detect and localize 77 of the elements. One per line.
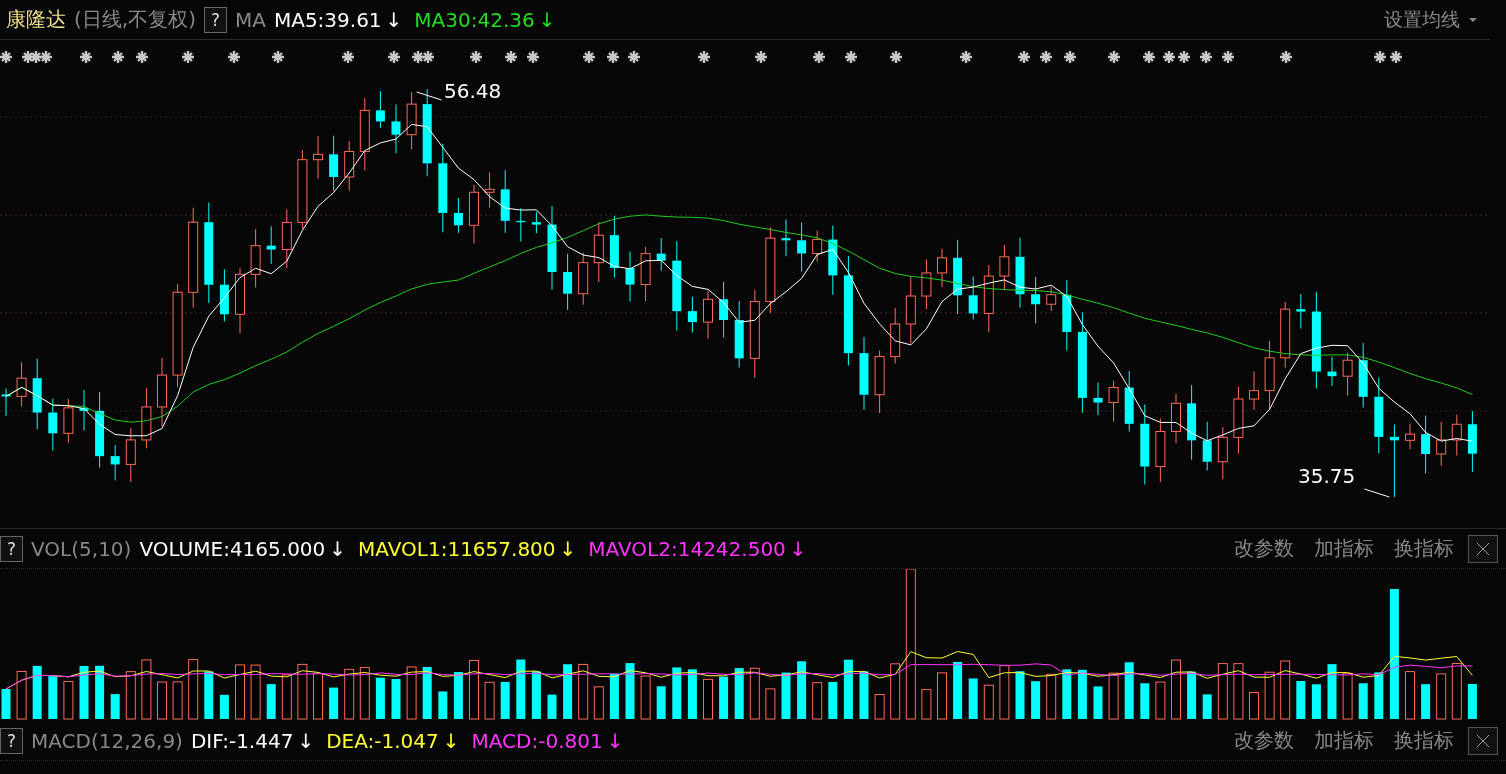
indicator-value: DEA:-1.047 [326, 728, 439, 753]
period-label: (日线,不复权) [74, 6, 196, 33]
event-marker-icon[interactable] [1016, 49, 1032, 65]
event-marker-icon[interactable] [1198, 49, 1214, 65]
event-marker-icon[interactable] [811, 49, 827, 65]
close-button[interactable] [1468, 726, 1498, 755]
event-marker-icon[interactable] [226, 49, 242, 65]
event-marker-icon[interactable] [1161, 49, 1177, 65]
help-button[interactable]: ? [0, 727, 24, 754]
event-marker-icon[interactable] [581, 49, 597, 65]
event-marker-icon[interactable] [605, 49, 621, 65]
ma-settings-dropdown[interactable]: 设置均线 [1378, 5, 1484, 34]
indicator-value: MAVOL1:11657.800 [358, 536, 556, 561]
event-marker-icon[interactable] [525, 49, 541, 65]
event-marker-icon[interactable] [386, 49, 402, 65]
trend-arrow: ↓ [538, 7, 556, 32]
ma-value: MA30:42.36 [414, 7, 535, 32]
indicator-action-button[interactable]: 改参数 [1228, 535, 1300, 562]
event-marker-icon[interactable] [340, 49, 356, 65]
trend-arrow: ↓ [329, 536, 347, 561]
event-marker-icon[interactable] [1062, 49, 1078, 65]
close-icon [1476, 541, 1490, 556]
indicator-value: MACD:-0.801 [471, 728, 603, 753]
event-marker-icon[interactable] [1220, 49, 1236, 65]
event-marker-icon[interactable] [503, 49, 519, 65]
ma-value: MA5:39.61 [273, 7, 382, 32]
caret-icon [1468, 16, 1478, 23]
event-marker-icon[interactable] [468, 49, 484, 65]
indicator-label: MA [235, 7, 266, 32]
event-marker-icon[interactable] [1278, 49, 1294, 65]
indicator-value: MAVOL2:14242.500 [588, 536, 786, 561]
trend-arrow: ↓ [789, 536, 807, 561]
low-price-label: 35.75 [1298, 464, 1356, 488]
trend-arrow: ↓ [442, 728, 460, 753]
leader-line [1363, 488, 1390, 498]
event-marker-icon[interactable] [1106, 49, 1122, 65]
event-marker-icon[interactable] [270, 49, 286, 65]
indicator-action-button[interactable]: 加指标 [1308, 535, 1380, 562]
event-marker-icon[interactable] [1038, 49, 1054, 65]
event-marker-icon[interactable] [626, 49, 642, 65]
indicator-action-button[interactable]: 加指标 [1308, 727, 1380, 754]
indicator-name: VOL(5,10) [31, 536, 132, 561]
event-marker-icon[interactable] [1388, 49, 1404, 65]
indicator-action-button[interactable]: 改参数 [1228, 727, 1300, 754]
event-marker-icon[interactable] [180, 49, 196, 65]
event-marker-icon[interactable] [753, 49, 769, 65]
trend-arrow: ↓ [297, 728, 315, 753]
event-marker-icon[interactable] [38, 49, 54, 65]
close-button[interactable] [1468, 534, 1498, 563]
trend-arrow: ↓ [559, 536, 577, 561]
trend-arrow: ↓ [385, 7, 403, 32]
event-marker-icon[interactable] [1372, 49, 1388, 65]
event-marker-icon[interactable] [420, 49, 436, 65]
help-button[interactable]: ? [0, 535, 24, 562]
stock-name: 康隆达 [6, 6, 66, 33]
event-marker-icon[interactable] [843, 49, 859, 65]
indicator-name: MACD(12,26,9) [31, 728, 183, 753]
trend-arrow: ↓ [606, 728, 624, 753]
event-marker-icon[interactable] [28, 49, 44, 65]
indicator-value: DIF:-1.447 [190, 728, 294, 753]
high-price-label: 56.48 [444, 79, 502, 103]
event-marker-icon[interactable] [1176, 49, 1192, 65]
indicator-action-button[interactable]: 换指标 [1388, 535, 1460, 562]
event-marker-icon[interactable] [78, 49, 94, 65]
event-marker-icon[interactable] [0, 49, 14, 65]
leader-line [416, 91, 443, 101]
indicator-action-button[interactable]: 换指标 [1388, 727, 1460, 754]
indicator-value: VOLUME:4165.000 [139, 536, 326, 561]
event-marker-icon[interactable] [958, 49, 974, 65]
event-marker-icon[interactable] [110, 49, 126, 65]
event-marker-icon[interactable] [696, 49, 712, 65]
event-marker-icon[interactable] [888, 49, 904, 65]
help-button[interactable]: ? [203, 6, 227, 33]
event-marker-icon[interactable] [410, 49, 426, 65]
event-marker-icon[interactable] [134, 49, 150, 65]
close-icon [1476, 733, 1490, 748]
event-marker-icon[interactable] [1141, 49, 1157, 65]
